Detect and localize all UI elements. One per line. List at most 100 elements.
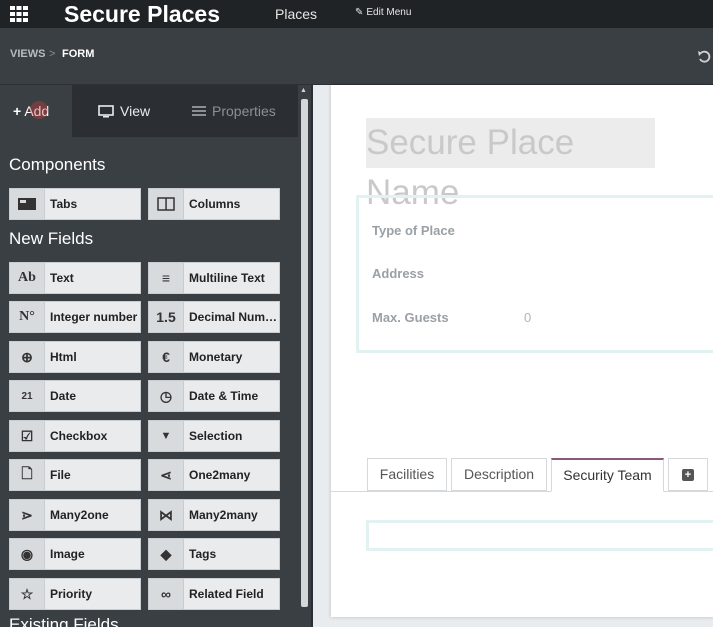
integer-icon: N° [10,302,45,332]
link-icon: ∞ [149,579,184,609]
field-label: Date [50,389,77,403]
field-priority[interactable]: ☆ Priority [9,578,141,610]
many2many-icon: ⋈ [149,500,184,530]
field-tags[interactable]: ◆ Tags [148,538,280,570]
field-type-of-place-label[interactable]: Type of Place [372,223,455,238]
component-label: Tabs [50,197,78,211]
many2one-icon: ⋗ [10,500,45,530]
components-heading: Components [9,155,106,174]
scroll-thumb[interactable] [301,99,308,607]
one2many-icon: ⋖ [149,460,184,490]
plus-icon: + [13,103,22,119]
field-checkbox[interactable]: ☑ Checkbox [9,420,141,452]
new-fields-heading: New Fields [9,229,94,248]
field-multiline-text[interactable]: ≡ Multiline Text [148,262,280,294]
field-date[interactable]: 21 Date [9,380,141,412]
app-title: Secure Places [64,1,221,27]
field-label: Checkbox [50,429,108,443]
field-monetary[interactable]: € Monetary [148,341,280,373]
tabs-icon [10,189,45,219]
breadcrumb-form: FORM [62,48,95,60]
field-label: Text [50,271,74,285]
field-label: One2many [189,468,251,482]
field-label: File [50,468,71,482]
field-address-label[interactable]: Address [372,266,424,281]
field-label: Html [50,350,77,364]
monetary-icon: € [149,342,184,372]
field-label: Related Field [189,587,264,601]
selection-caret-icon: ▼ [149,421,184,451]
field-label: Monetary [189,350,243,364]
field-date-time[interactable]: ◷ Date & Time [148,380,280,412]
breadcrumb-views[interactable]: VIEWS [10,48,45,60]
tab-properties[interactable]: Properties [172,85,298,137]
tab-view[interactable]: View [80,85,170,137]
properties-icon [192,106,206,116]
field-label: Many2one [50,508,109,522]
add-tab-button[interactable]: + [668,458,708,491]
text-field-icon: Ab [10,263,45,293]
field-max-guests-label[interactable]: Max. Guests [372,310,449,325]
component-columns[interactable]: Columns [148,188,280,220]
component-tabs[interactable]: Tabs [9,188,141,220]
title-field-placeholder[interactable]: Secure Place Name [366,118,655,212]
tab-facilities[interactable]: Facilities [367,458,447,491]
edit-menu-label: Edit Menu [366,7,412,18]
field-related[interactable]: ∞ Related Field [148,578,280,610]
calendar-clock-icon: ◷ [149,381,184,411]
existing-fields-heading: Existing Fields [9,615,119,627]
columns-icon [149,189,184,219]
tag-icon: ◆ [149,539,184,569]
field-label: Tags [189,547,217,561]
field-label: Many2many [189,508,258,522]
monitor-icon [98,105,114,118]
calendar-icon: 21 [10,381,45,411]
tab-security-team[interactable]: Security Team [551,458,664,492]
field-html[interactable]: ⊕ Html [9,341,141,373]
sidebar-scrollbar[interactable]: ▲ [298,85,311,627]
notebook-page-dropzone[interactable] [366,520,713,551]
field-label: Integer number [50,310,138,324]
sidebar-panel: + Add View Properties Components Tabs Co… [0,85,298,627]
tab-add[interactable]: + Add [0,85,72,137]
field-many2many[interactable]: ⋈ Many2many [148,499,280,531]
mouse-cursor-indicator [30,101,48,119]
field-selection[interactable]: ▼ Selection [148,420,280,452]
field-many2one[interactable]: ⋗ Many2one [9,499,141,531]
star-icon: ☆ [10,579,45,609]
field-decimal[interactable]: 1.5 Decimal Number [148,301,281,333]
field-integer[interactable]: N° Integer number [9,301,141,333]
decimal-icon: 1.5 [149,302,184,332]
apps-grid-icon[interactable] [8,4,30,24]
field-one2many[interactable]: ⋖ One2many [148,459,280,491]
undo-icon[interactable] [697,50,711,64]
checkbox-icon: ☑ [10,421,45,451]
component-label: Columns [189,197,241,211]
top-navbar: Secure Places Places ✎ Edit Menu [0,0,713,28]
breadcrumb-separator: > [49,48,56,60]
field-label: Selection [189,429,243,443]
tab-view-label: View [120,103,151,119]
edit-menu-link[interactable]: ✎ Edit Menu [355,0,411,26]
field-max-guests-value: 0 [524,310,532,325]
sidebar-tabs: + Add View Properties [0,85,298,137]
pencil-icon: ✎ [355,7,364,18]
camera-icon: ◉ [10,539,45,569]
html-globe-icon: ⊕ [10,342,45,372]
menu-places[interactable]: Places [275,0,317,28]
multiline-text-icon: ≡ [149,263,184,293]
field-label: Decimal Number [189,310,281,324]
field-label: Image [50,547,85,561]
field-image[interactable]: ◉ Image [9,538,141,570]
tab-properties-label: Properties [212,103,276,119]
breadcrumb: VIEWS > FORM [0,28,713,85]
field-label: Date & Time [189,389,259,403]
scroll-up-arrow-icon[interactable]: ▲ [300,87,307,94]
field-label: Multiline Text [189,271,265,285]
plus-square-icon: + [682,469,694,481]
file-icon: 🗋 [10,460,45,490]
tab-description[interactable]: Description [451,458,547,491]
field-label: Priority [50,587,93,601]
field-text[interactable]: Ab Text [9,262,141,294]
field-file[interactable]: 🗋 File [9,459,141,491]
